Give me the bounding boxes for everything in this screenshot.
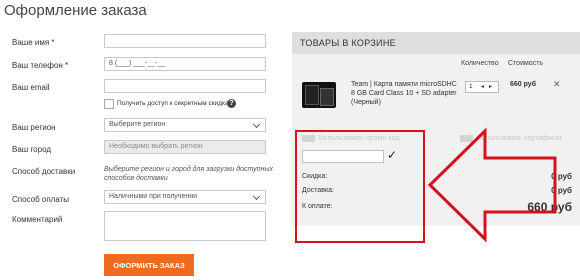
product-image[interactable] — [302, 82, 336, 108]
city-label: Ваш город — [12, 145, 52, 154]
annotation-arrow-icon — [427, 127, 557, 243]
help-icon[interactable]: ? — [227, 99, 236, 108]
city-input: Необходимо выбрать регион — [104, 140, 266, 154]
quantity-value: 1 — [469, 83, 473, 90]
email-label: Ваш email — [12, 83, 50, 92]
item-price: 660 руб — [510, 81, 537, 88]
submit-order-button[interactable]: ОФОРМИТЬ ЗАКАЗ — [104, 254, 194, 276]
name-input[interactable] — [104, 34, 266, 48]
secret-discount-label: Получить доступ к секретным скидкам — [117, 100, 234, 107]
region-select[interactable]: Выберите регион — [104, 118, 266, 132]
payment-label: Способ оплаты — [12, 195, 70, 204]
increase-icon[interactable]: ▸ — [489, 82, 492, 92]
delivery-label: Способ доставки — [12, 167, 76, 176]
region-select-value: Выберите регион — [109, 121, 166, 128]
delivery-hint: Выберите регион и город для загрузки дос… — [104, 166, 274, 182]
phone-input[interactable]: 8 (___) ___-__-__ — [104, 57, 266, 71]
product-name[interactable]: Team | Карта памяти microSDHC 8 GB Card … — [351, 80, 461, 107]
comment-label: Комментарий — [12, 215, 63, 224]
payment-select-value: Наличными при получении — [109, 193, 198, 200]
decrease-icon[interactable]: ◂ — [481, 82, 484, 92]
name-label: Ваше имя * — [12, 38, 55, 47]
cart-title: ТОВАРЫ В КОРЗИНЕ — [300, 38, 396, 48]
qty-column-header: Количество — [461, 60, 499, 67]
highlight-box — [295, 130, 425, 243]
region-label: Ваш регион — [12, 123, 56, 132]
comment-textarea[interactable] — [104, 211, 266, 241]
secret-discount-checkbox[interactable] — [104, 99, 114, 109]
phone-label: Ваш телефон * — [12, 61, 69, 70]
email-input[interactable] — [104, 79, 266, 93]
page-title: Оформление заказа — [4, 2, 147, 19]
quantity-stepper[interactable]: 1 ◂ ▸ — [465, 81, 499, 93]
payment-select[interactable]: Наличными при получении — [104, 190, 266, 204]
price-column-header: Стоимость — [508, 60, 544, 67]
remove-item-icon[interactable]: ✕ — [553, 79, 561, 90]
